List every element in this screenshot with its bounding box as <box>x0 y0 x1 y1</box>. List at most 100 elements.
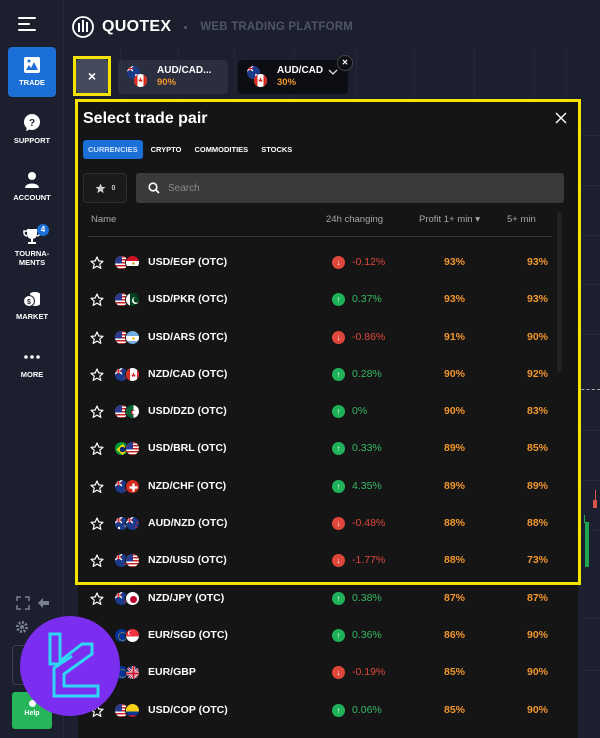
profit-1min: 89% <box>444 479 466 492</box>
arrow-down-icon: ↓ <box>332 666 345 680</box>
svg-text:?: ? <box>29 118 35 129</box>
arrow-up-icon: ↑ <box>332 591 345 605</box>
pair-flags <box>114 516 142 532</box>
profit-5min: 93% <box>527 293 549 306</box>
profit-5min: 90% <box>527 703 549 716</box>
pair-flags <box>114 590 142 607</box>
sidebar-item-tournaments[interactable]: 4 TOURNA- MENTS <box>8 224 56 267</box>
asset-tab[interactable]: AUD/CAD... 90% <box>118 60 228 94</box>
chart-grid-line <box>580 480 600 481</box>
flag-pk-icon <box>125 292 140 308</box>
svg-text:$: $ <box>27 299 31 306</box>
flag-eg-icon <box>125 255 140 270</box>
chart-grid-line <box>580 235 600 236</box>
star-outline-icon[interactable] <box>90 592 104 606</box>
star-outline-icon[interactable] <box>90 480 104 494</box>
profit-5min: 88% <box>527 517 549 530</box>
pair-row[interactable]: USD/ARS (OTC) ↓ -0.86% 91% 90% <box>78 319 568 356</box>
profit-5min: 90% <box>527 628 549 641</box>
candle <box>585 522 589 567</box>
pair-row[interactable]: USD/COP (OTC) ↑ 0.06% 85% 90% <box>78 692 568 729</box>
star-outline-icon[interactable] <box>90 368 104 382</box>
column-header-profit-5min[interactable]: 5+ min <box>507 214 536 225</box>
arrow-down-icon: ↓ <box>332 330 345 344</box>
pair-row[interactable]: AUD/NZD (OTC) ↓ -0.48% 88% 88% <box>78 505 568 542</box>
profit-1min: 93% <box>444 293 466 306</box>
brand-subtitle: WEB TRADING PLATFORM <box>200 21 354 33</box>
flag-nz-icon <box>125 516 140 532</box>
sidebar-item-label: SUPPORT <box>13 136 51 145</box>
star-outline-icon[interactable] <box>90 405 104 419</box>
star-outline-icon[interactable] <box>90 330 104 345</box>
sidebar-item-label: TRADE <box>19 78 45 87</box>
chart-grid-line <box>580 135 600 136</box>
pair-row[interactable]: USD/BRL (OTC) ↑ 0.33% 89% 85% <box>78 430 568 467</box>
question-bubble-icon: ? <box>24 114 40 131</box>
pair-row[interactable]: EUR/GBP ↓ -0.19% 85% 90% <box>78 654 568 691</box>
column-header-change[interactable]: 24h changing <box>326 214 383 225</box>
chart-grid-line <box>580 185 600 186</box>
favorites-filter-button[interactable]: 0 <box>83 173 127 203</box>
tab-stocks[interactable]: STOCKS <box>256 140 297 159</box>
profit-1min: 90% <box>444 367 466 380</box>
tab-commodities[interactable]: COMMODITIES <box>189 140 253 159</box>
pair-row[interactable]: USD/EGP (OTC) ↓ -0.12% 93% 93% <box>78 244 568 281</box>
sidebar-item-trade[interactable]: TRADE <box>8 47 56 97</box>
pair-flags <box>114 404 142 420</box>
star-outline-icon[interactable] <box>90 293 104 307</box>
asset-tab-percent: 30% <box>277 77 297 88</box>
tab-currencies[interactable]: CURRENCIES <box>83 140 143 159</box>
sidebar-item-support[interactable]: ? SUPPORT <box>8 114 56 145</box>
arrow-left-icon[interactable] <box>36 596 50 610</box>
sidebar-item-label: ACCOUNT <box>13 193 51 202</box>
asset-tab-percent: 90% <box>157 77 177 88</box>
pair-flags <box>114 366 142 383</box>
pair-row[interactable]: NZD/CHF (OTC) ↑ 4.35% 89% 89% <box>78 468 568 505</box>
flag-ca-icon <box>254 74 267 87</box>
star-outline-icon[interactable] <box>90 554 104 568</box>
change-24h: -1.77% <box>352 554 386 567</box>
header-divider <box>88 236 552 237</box>
search-input[interactable] <box>168 182 548 194</box>
arrow-down-icon: ↓ <box>332 554 345 568</box>
pair-row[interactable]: USD/PKR (OTC) ↑ 0.37% 93% 93% <box>78 281 568 318</box>
asset-tab-active[interactable]: AUD/CAD 30% <box>238 60 348 94</box>
pair-name: USD/PKR (OTC) <box>148 293 228 306</box>
chart-grid-line <box>580 430 600 431</box>
quotex-logo-icon <box>72 16 94 38</box>
tab-crypto[interactable]: CRYPTO <box>146 140 187 159</box>
chart-grid-line <box>580 618 600 619</box>
chevron-down-icon[interactable] <box>328 68 338 76</box>
flag-ca-icon <box>125 366 140 382</box>
pair-name: EUR/GBP <box>148 666 196 679</box>
change-24h: 0.06% <box>352 703 382 716</box>
flag-ar-icon <box>125 329 140 345</box>
sidebar-item-more[interactable]: MORE <box>8 348 56 379</box>
arrow-up-icon: ↑ <box>332 405 345 419</box>
pair-row[interactable]: NZD/USD (OTC) ↓ -1.77% 88% 73% <box>78 542 568 579</box>
pair-row[interactable]: EUR/SGD (OTC) ↑ 0.36% 86% 90% <box>78 617 568 654</box>
fullscreen-icon[interactable] <box>16 596 30 610</box>
star-outline-icon[interactable] <box>90 256 104 270</box>
sidebar-item-account[interactable]: ACCOUNT <box>8 171 56 202</box>
pair-row[interactable]: NZD/JPY (OTC) ↑ 0.38% 87% 87% <box>78 580 568 617</box>
brand-logo[interactable]: QUOTEX WEB TRADING PLATFORM <box>72 16 353 38</box>
column-header-profit-1min[interactable]: Profit 1+ min ▾ <box>419 214 480 225</box>
pair-name: USD/COP (OTC) <box>148 703 228 716</box>
search-field[interactable] <box>136 173 564 203</box>
chart-grid-line <box>580 284 600 285</box>
change-24h: 0.37% <box>352 293 382 306</box>
close-pair-selector-button[interactable]: × <box>76 59 108 93</box>
column-header-name[interactable]: Name <box>91 214 116 225</box>
chart-image-icon <box>24 57 40 73</box>
profit-1min: 89% <box>444 442 466 455</box>
star-outline-icon[interactable] <box>90 442 104 456</box>
star-outline-icon[interactable] <box>90 517 104 531</box>
pair-row[interactable]: NZD/CAD (OTC) ↑ 0.28% 90% 92% <box>78 356 568 393</box>
close-icon[interactable] <box>554 111 568 125</box>
pair-row[interactable]: USD/DZD (OTC) ↑ 0% 90% 83% <box>78 393 568 430</box>
sidebar-item-market[interactable]: $ MARKET <box>8 290 56 321</box>
menu-icon[interactable] <box>18 16 36 32</box>
change-24h: -0.48% <box>352 517 386 530</box>
close-tab-icon[interactable]: ✕ <box>337 55 353 71</box>
